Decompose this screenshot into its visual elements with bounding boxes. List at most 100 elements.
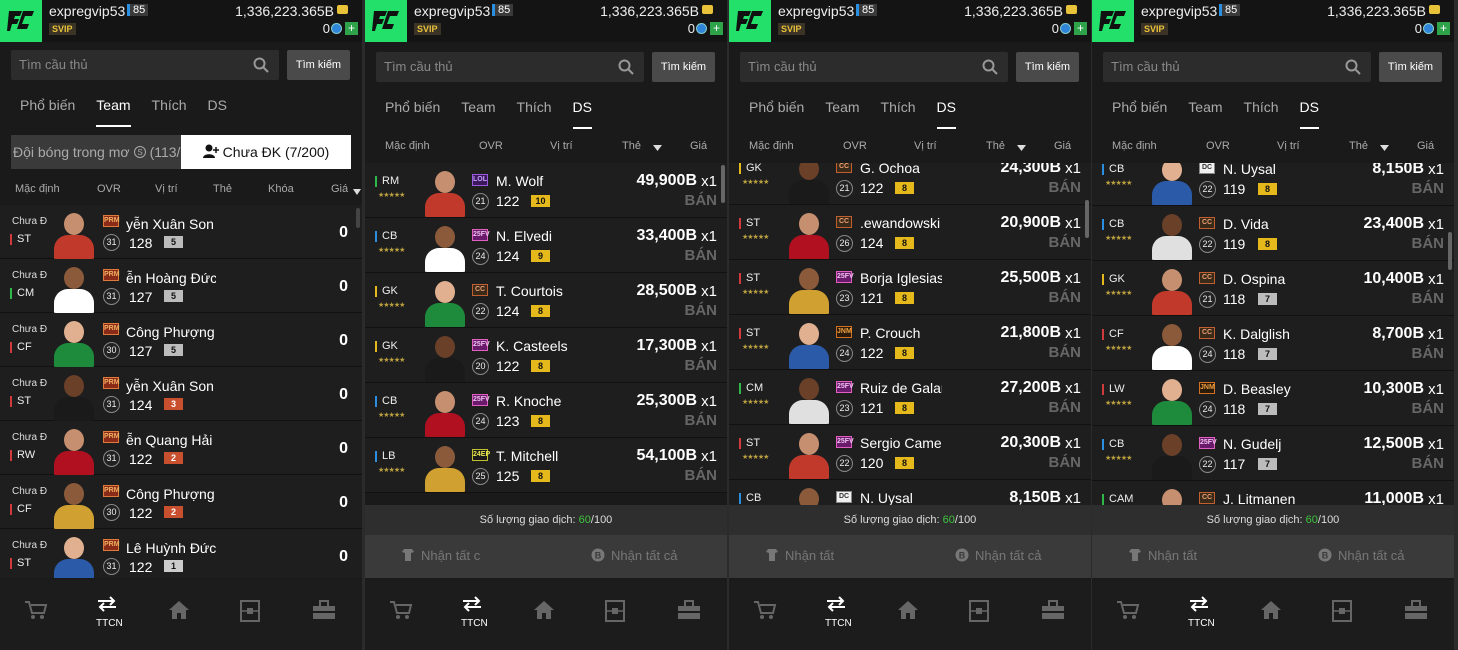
listing-row[interactable]: LW ★★★★★ JNM 24 D. Beasley 118 7 10,300B x1 BÁN	[1092, 371, 1454, 426]
claim-items-button[interactable]: Nhận tất	[1128, 548, 1197, 565]
sell-button[interactable]: BÁN	[1049, 454, 1082, 471]
home-icon-button[interactable]	[897, 600, 919, 625]
search-input[interactable]: Tìm cầu thủ	[1103, 52, 1371, 82]
column-header[interactable]: OVR	[843, 140, 867, 152]
tab-ds[interactable]: DS	[1299, 99, 1319, 129]
toolbox-icon-button[interactable]	[1404, 600, 1428, 625]
tab-ds[interactable]: DS	[208, 97, 227, 127]
player-row[interactable]: Chưa Đ ST PRM 31 yễn Xuân Son 124 3 0	[0, 367, 362, 421]
sell-button[interactable]: BÁN	[1049, 344, 1082, 361]
tab-team[interactable]: Team	[461, 99, 495, 129]
listing-row[interactable]: CB ★★★★★ 25FV 24 R. Knoche 123 8 25,300B x1 BÁN	[365, 383, 727, 438]
listing-row[interactable]: GK ★★★★★ CC 21 G. Ochoa 122 8 24,300B x1 BÁN	[729, 163, 1091, 205]
column-header[interactable]: Mặc định	[385, 140, 430, 152]
search-icon[interactable]	[253, 57, 269, 78]
add-fc-button[interactable]: +	[1074, 22, 1087, 35]
sell-button[interactable]: BÁN	[685, 247, 718, 264]
column-header[interactable]: Mặc định	[749, 140, 794, 152]
listing-row[interactable]: ST ★★★★★ JNM 24 P. Crouch 122 8 21,800B x1 BÁN	[729, 315, 1091, 370]
sell-button[interactable]: BÁN	[1412, 455, 1445, 472]
tab-favorite[interactable]: Thích	[1244, 99, 1279, 129]
sell-button[interactable]: BÁN	[1412, 180, 1445, 197]
tab-popular[interactable]: Phổ biến	[749, 99, 804, 129]
tab-favorite[interactable]: Thích	[881, 99, 916, 129]
search-input[interactable]: Tìm cầu thủ	[11, 50, 279, 80]
listing-row[interactable]: CB ★★★★★ 25FV 22 N. Gudelj 117 7 12,500B x1 BÁN	[1092, 426, 1454, 481]
cart-icon-button[interactable]	[753, 600, 777, 625]
sell-button[interactable]: BÁN	[1412, 400, 1445, 417]
listing-row[interactable]: GK ★★★★★ CC 22 T. Courtois 124 8 28,500B x1 BÁN	[365, 273, 727, 328]
home-icon-button[interactable]	[168, 600, 190, 625]
toolbox-icon-button[interactable]	[312, 600, 336, 625]
column-header[interactable]: Mặc định	[1112, 140, 1157, 152]
search-button[interactable]: Tìm kiếm	[1016, 52, 1079, 82]
listing-row[interactable]: CAM★★★★★CC22J. Litmanen117711,000Bx1BÁN	[1092, 481, 1454, 505]
listing-row[interactable]: CB★★★★★DC22N. Uysal11988,150Bx1BÁN	[729, 480, 1091, 505]
transfer-icon-button[interactable]	[461, 596, 483, 617]
squad-icon-button[interactable]	[240, 600, 260, 627]
column-header[interactable]: Vị trí	[550, 140, 573, 152]
claim-money-button[interactable]: B Nhận tất cả	[955, 548, 1042, 565]
listing-row[interactable]: CB ★★★★★ CC 22 D. Vida 119 8 23,400B x1 BÁN	[1092, 206, 1454, 261]
tab-team[interactable]: Team	[96, 97, 131, 127]
player-row[interactable]: Chưa Đ CM PRM 31 ễn Hoàng Đức 127 5 0	[0, 259, 362, 313]
player-row[interactable]: Chưa Đ CF PRM 30 Công Phượng 122 2 0	[0, 475, 362, 529]
dream-team-button[interactable]: Đội bóng trong mơ S (113/2	[11, 135, 181, 169]
squad-icon-button[interactable]	[1332, 600, 1352, 627]
player-row[interactable]: Chưa Đ RW PRM 31 ễn Quang Hải 122 2 0	[0, 421, 362, 475]
column-header[interactable]: OVR	[479, 140, 503, 152]
claim-items-button[interactable]: Nhận tất c	[401, 548, 480, 565]
listing-row[interactable]: CM ★★★★★ 25FV 23 Ruiz de Gaları 121 8 27,200B x1…	[729, 370, 1091, 425]
search-icon[interactable]	[982, 59, 998, 80]
sell-button[interactable]: BÁN	[685, 412, 718, 429]
home-icon-button[interactable]	[1260, 600, 1282, 625]
column-header[interactable]: OVR	[97, 183, 121, 195]
column-header[interactable]: Giá	[1417, 140, 1434, 152]
listing-row[interactable]: CB ★★★★★ 25FV 24 N. Elvedi 124 9 33,400B x1 BÁN	[365, 218, 727, 273]
search-input[interactable]: Tìm cầu thủ	[376, 52, 644, 82]
column-header[interactable]: Khóa	[268, 183, 294, 195]
sell-button[interactable]: BÁN	[1412, 290, 1445, 307]
column-header[interactable]: Vị trí	[155, 183, 178, 195]
search-icon[interactable]	[618, 59, 634, 80]
cart-icon-button[interactable]	[389, 600, 413, 625]
column-header[interactable]: Giá	[690, 140, 707, 152]
listing-row[interactable]: GK ★★★★★ CC 21 D. Ospina 118 7 10,400B x1 BÁN	[1092, 261, 1454, 316]
column-header[interactable]: Thẻ	[213, 183, 232, 195]
squad-icon-button[interactable]	[969, 600, 989, 627]
add-fc-button[interactable]: +	[345, 22, 358, 35]
scrollbar[interactable]	[356, 208, 360, 228]
toolbox-icon-button[interactable]	[1041, 600, 1065, 625]
sell-button[interactable]: BÁN	[1049, 289, 1082, 306]
listing-row[interactable]: ST ★★★★★ 25FV 22 Sergio Camell 120 8 20,300B x1 B…	[729, 425, 1091, 480]
home-icon-button[interactable]	[533, 600, 555, 625]
sell-button[interactable]: BÁN	[1412, 235, 1445, 252]
tab-team[interactable]: Team	[825, 99, 859, 129]
tab-ds[interactable]: DS	[936, 99, 956, 129]
toolbox-icon-button[interactable]	[677, 600, 701, 625]
sell-button[interactable]: BÁN	[685, 357, 718, 374]
squad-icon-button[interactable]	[605, 600, 625, 627]
column-header[interactable]: Vị trí	[1277, 140, 1300, 152]
tab-popular[interactable]: Phổ biến	[1112, 99, 1167, 129]
listing-row[interactable]: ST ★★★★★ CC 26 .ewandowski 124 8 20,900B x1 BÁN	[729, 205, 1091, 260]
column-header[interactable]: Mặc định	[15, 183, 60, 195]
sell-button[interactable]: BÁN	[1049, 399, 1082, 416]
tab-favorite[interactable]: Thích	[517, 99, 552, 129]
scrollbar[interactable]	[721, 165, 725, 203]
cart-icon-button[interactable]	[1116, 600, 1140, 625]
sell-button[interactable]: BÁN	[1412, 345, 1445, 362]
column-header[interactable]: Thẻ	[622, 140, 641, 152]
search-button[interactable]: Tìm kiếm	[1379, 52, 1442, 82]
search-icon[interactable]	[1345, 59, 1361, 80]
search-button[interactable]: Tìm kiếm	[287, 50, 350, 80]
scrollbar[interactable]	[1448, 232, 1452, 270]
add-fc-button[interactable]: +	[710, 22, 723, 35]
tab-team[interactable]: Team	[1188, 99, 1222, 129]
sell-button[interactable]: BÁN	[685, 192, 718, 209]
transfer-icon-button[interactable]	[96, 596, 118, 617]
listing-row[interactable]: CF ★★★★★ CC 24 K. Dalglish 118 7 8,700B x1 BÁN	[1092, 316, 1454, 371]
tab-favorite[interactable]: Thích	[152, 97, 187, 127]
column-header[interactable]: Giá	[331, 183, 348, 195]
tab-ds[interactable]: DS	[572, 99, 592, 129]
